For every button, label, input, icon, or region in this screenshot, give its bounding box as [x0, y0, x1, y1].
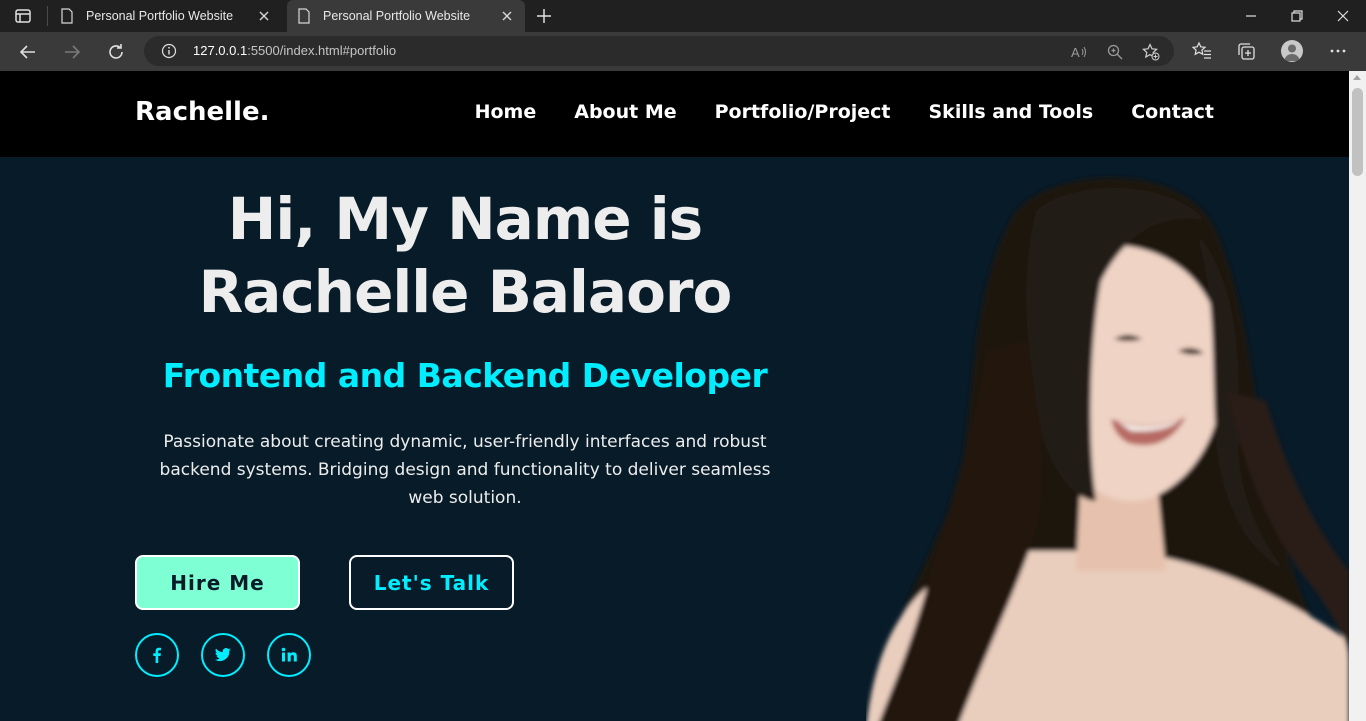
- new-tab-icon[interactable]: [535, 7, 553, 25]
- hero-subtitle: Frontend and Backend Developer: [162, 356, 768, 395]
- back-icon[interactable]: [18, 42, 38, 62]
- zoom-icon[interactable]: [1106, 43, 1124, 61]
- browser-tab-bar: Personal Portfolio Website Personal Port…: [0, 0, 1366, 32]
- site-logo[interactable]: Rachelle.: [135, 97, 269, 127]
- hero-title: Hi, My Name is Rachelle Balaoro: [135, 183, 795, 329]
- profile-avatar[interactable]: [1281, 40, 1303, 62]
- hero-description: Passionate about creating dynamic, user-…: [159, 432, 771, 508]
- forward-icon[interactable]: [62, 42, 82, 62]
- favorites-icon[interactable]: [1192, 41, 1212, 61]
- read-aloud-icon[interactable]: A: [1070, 43, 1088, 61]
- add-favorite-icon[interactable]: [1142, 43, 1160, 61]
- tab-separator: [47, 6, 48, 26]
- scrollbar-thumb[interactable]: [1352, 88, 1363, 176]
- twitter-icon: [215, 648, 231, 662]
- profile-icon: [1284, 44, 1300, 61]
- profile-photo: [867, 177, 1349, 721]
- nav-portfolio[interactable]: Portfolio/Project: [715, 101, 891, 123]
- address-bar[interactable]: 127.0.0.1:5500/index.html#portfolio A: [144, 36, 1174, 66]
- collections-icon[interactable]: [1236, 41, 1256, 61]
- restore-icon[interactable]: [1289, 8, 1305, 24]
- page-viewport: Rachelle. Home About Me Portfolio/Projec…: [0, 71, 1349, 721]
- main-nav: Home About Me Portfolio/Project Skills a…: [475, 101, 1214, 123]
- tab-title: Personal Portfolio Website: [86, 9, 234, 23]
- nav-contact[interactable]: Contact: [1131, 101, 1214, 123]
- scroll-up-arrow-icon[interactable]: [1353, 75, 1361, 80]
- tab-title: Personal Portfolio Website: [323, 9, 471, 23]
- svg-text:A: A: [1071, 45, 1080, 60]
- page-icon: [61, 8, 73, 24]
- nav-about-me[interactable]: About Me: [574, 101, 676, 123]
- hero-title-line-2: Rachelle Balaoro: [198, 258, 733, 326]
- linkedin-link[interactable]: [267, 633, 311, 677]
- hero-title-line-1: Hi, My Name is: [227, 185, 703, 253]
- lets-talk-button[interactable]: Let's Talk: [349, 555, 514, 610]
- twitter-link[interactable]: [201, 633, 245, 677]
- close-tab-icon[interactable]: [256, 8, 272, 24]
- minimize-icon[interactable]: [1243, 8, 1259, 24]
- nav-home[interactable]: Home: [475, 101, 537, 123]
- url-text[interactable]: 127.0.0.1:5500/index.html#portfolio: [193, 43, 396, 58]
- nav-skills-tools[interactable]: Skills and Tools: [929, 101, 1094, 123]
- hire-me-button[interactable]: Hire Me: [135, 555, 300, 610]
- tab-actions-icon[interactable]: [14, 7, 32, 25]
- browser-tab-2-active[interactable]: Personal Portfolio Website: [287, 0, 525, 32]
- page-icon: [298, 8, 310, 24]
- linkedin-icon: [281, 647, 297, 662]
- browser-toolbar: 127.0.0.1:5500/index.html#portfolio A: [0, 32, 1366, 71]
- site-info-icon[interactable]: [161, 43, 177, 59]
- close-window-icon[interactable]: [1335, 8, 1351, 24]
- site-header: Rachelle. Home About Me Portfolio/Projec…: [0, 71, 1349, 157]
- url-host: 127.0.0.1: [193, 43, 248, 58]
- more-options-icon[interactable]: [1328, 41, 1348, 61]
- url-path: :5500/index.html#portfolio: [247, 43, 397, 58]
- close-tab-icon[interactable]: [499, 8, 515, 24]
- facebook-icon: [153, 647, 161, 663]
- browser-tab-1[interactable]: Personal Portfolio Website: [50, 0, 282, 32]
- page-scrollbar[interactable]: [1349, 71, 1366, 721]
- facebook-link[interactable]: [135, 633, 179, 677]
- refresh-icon[interactable]: [106, 42, 126, 62]
